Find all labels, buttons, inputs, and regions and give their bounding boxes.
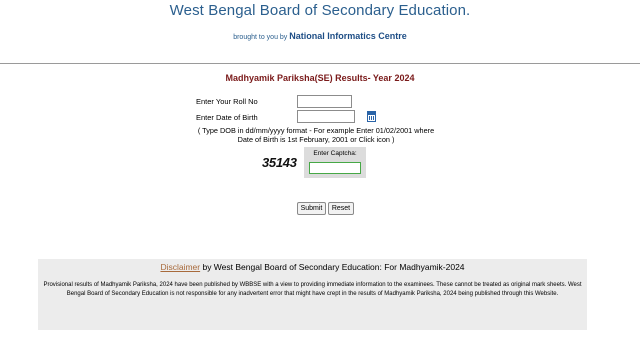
dob-hint-line1: ( Type DOB in dd/mm/yyyy format - For ex… bbox=[197, 126, 435, 135]
page-title: West Bengal Board of Secondary Education… bbox=[169, 2, 471, 19]
disclaimer-panel: Disclaimer by West Bengal Board of Secon… bbox=[38, 259, 587, 330]
disclaimer-text: Provisional results of Madhyamik Pariksh… bbox=[43, 282, 582, 297]
dob-hint-line2: Date of Birth is 1st February, 2001 or C… bbox=[237, 135, 395, 144]
disclaimer-link[interactable]: Disclaimer bbox=[160, 262, 200, 272]
brought-by-prefix: brought to you by bbox=[233, 34, 290, 41]
reset-button[interactable]: Reset bbox=[328, 202, 354, 215]
captcha-code: 35143 bbox=[262, 155, 297, 170]
nic-name: National Informatics Centre bbox=[289, 31, 407, 41]
roll-number-input[interactable] bbox=[297, 95, 352, 108]
submit-button[interactable]: Submit bbox=[297, 202, 326, 215]
dob-input[interactable] bbox=[297, 110, 355, 123]
results-heading: Madhyamik Pariksha(SE) Results- Year 202… bbox=[225, 73, 415, 83]
header-divider bbox=[0, 63, 640, 64]
dob-hint: ( Type DOB in dd/mm/yyyy format - For ex… bbox=[196, 126, 436, 144]
captcha-input[interactable] bbox=[309, 162, 361, 174]
dob-label: Enter Date of Birth bbox=[196, 113, 258, 122]
roll-label: Enter Your Roll No bbox=[196, 97, 258, 106]
disclaimer-line: Disclaimer by West Bengal Board of Secon… bbox=[38, 262, 587, 272]
brought-by-line: brought to you by National Informatics C… bbox=[0, 31, 640, 41]
captcha-panel: Enter Captcha: bbox=[304, 147, 366, 178]
captcha-label: Enter Captcha: bbox=[313, 150, 357, 157]
disclaimer-rest: by West Bengal Board of Secondary Educat… bbox=[200, 262, 465, 272]
calendar-icon[interactable] bbox=[367, 111, 376, 122]
